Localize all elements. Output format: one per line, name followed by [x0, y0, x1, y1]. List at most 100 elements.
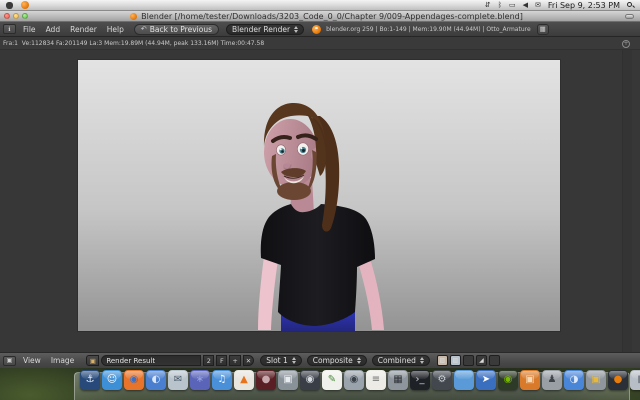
dock-firefox-glyph: ◉ [129, 374, 139, 385]
editor-type-button[interactable]: ℹ [3, 24, 16, 34]
render-engine-dropdown[interactable]: Blender Render [225, 23, 305, 35]
unlink-image-button[interactable]: ✕ [242, 355, 255, 366]
dock-mail-glyph: ✉ [173, 374, 183, 385]
menu-add[interactable]: Add [41, 25, 66, 34]
layer-arrows-icon [356, 357, 361, 364]
dock-grapes-app[interactable]: ∗ [190, 370, 210, 390]
volume-icon[interactable]: ◀ [523, 0, 528, 11]
channel-alpha-button[interactable] [462, 355, 474, 366]
dock-camera-app-glyph: ◉ [349, 374, 359, 385]
blender-app-icon[interactable] [21, 1, 29, 9]
window-handle-icon[interactable]: ▦ [536, 23, 549, 35]
apple-logo[interactable] [6, 1, 13, 9]
menu-render[interactable]: Render [65, 25, 102, 34]
dock-itunes[interactable]: ♫ [212, 370, 232, 390]
dock-firefox[interactable]: ◉ [124, 370, 144, 390]
dock-vlc-glyph: ▲ [240, 374, 248, 385]
dock-folder[interactable] [454, 370, 474, 390]
dock-blender[interactable]: ● [608, 370, 628, 390]
minimize-button[interactable] [13, 13, 19, 19]
render-stats-text: Fra:1 Ve:112834 Fa:201149 La:3 Mem:19.89… [3, 39, 265, 47]
dock-browser-swirl-glyph: ◐ [151, 374, 161, 385]
dock-system-preferences-glyph: ⚙ [437, 374, 447, 385]
dock-anchor-app[interactable]: ⚓ [80, 370, 100, 390]
spotlight-icon[interactable] [627, 1, 635, 9]
dock-iphoto-glyph: ▣ [591, 374, 601, 385]
footer-editor-type-button[interactable]: ▣ [3, 355, 16, 366]
pass-arrows-icon [419, 357, 424, 364]
dock-orange-app[interactable]: ▣ [520, 370, 540, 390]
mac-menubar: ⇵ ᛒ ▭ ◀ ✉ Fri Sep 9, 2:53 PM [0, 0, 640, 11]
dock-nvidia[interactable]: ◉ [498, 370, 518, 390]
title-blender-icon [130, 12, 138, 20]
character-right-eye [297, 142, 309, 156]
image-editor-area[interactable] [0, 50, 640, 352]
footer-menu-image[interactable]: Image [46, 356, 80, 365]
dock-quill-app-glyph: ✎ [327, 374, 337, 385]
blender-info-header: ℹ File Add Render Help ↶ Back to Previous B… [0, 22, 640, 37]
close-button[interactable] [4, 13, 10, 19]
dock-photo-booth-glyph: ◉ [305, 374, 315, 385]
menubar-clock[interactable]: Fri Sep 9, 2:53 PM [548, 1, 620, 10]
dock-camera-app[interactable]: ◉ [344, 370, 364, 390]
dock-remote-desktop[interactable]: ➤ [476, 370, 496, 390]
blender-logo-icon [312, 24, 322, 34]
menu-file[interactable]: File [18, 25, 41, 34]
dock-terminal[interactable]: ›_ [410, 370, 430, 390]
render-image [78, 60, 560, 331]
dock-dvd-player[interactable]: ● [256, 370, 276, 390]
channel-rgba-button[interactable]: ▨ [449, 355, 461, 366]
dock-browser-swirl[interactable]: ◐ [146, 370, 166, 390]
slot-dropdown[interactable]: Slot 1 [260, 355, 302, 366]
dock-quill-app[interactable]: ✎ [322, 370, 342, 390]
image-name-field[interactable]: Render Result [101, 355, 202, 366]
dock-terminal-glyph: ›_ [415, 374, 425, 385]
image-datablock-icon[interactable]: ▣ [86, 355, 100, 366]
fake-user-button[interactable]: F [216, 355, 228, 366]
menu-help[interactable]: Help [102, 25, 129, 34]
sync-status-icon[interactable]: ⇵ [485, 0, 491, 11]
displays-icon[interactable]: ▭ [509, 0, 516, 11]
dock-photos-stack[interactable]: ▣ [278, 370, 298, 390]
area-options-icon[interactable]: + [622, 40, 630, 48]
editor-right-edge [622, 50, 632, 352]
footer-menu-view[interactable]: View [18, 356, 46, 365]
dock-robot-app-glyph: ♟ [547, 374, 557, 385]
back-to-previous-button[interactable]: ↶ Back to Previous [133, 23, 219, 35]
channel-exposure-button[interactable] [488, 355, 500, 366]
dock-quicktime[interactable]: ◑ [564, 370, 584, 390]
channel-rgb-button[interactable]: ▨ [436, 355, 448, 366]
dock-photo-booth[interactable]: ◉ [300, 370, 320, 390]
dock-orange-app-glyph: ▣ [525, 374, 535, 385]
dock-quicktime-glyph: ◑ [569, 374, 579, 385]
dock-finder[interactable]: ☺ [102, 370, 122, 390]
toolbar-toggle-button[interactable] [625, 13, 634, 19]
pass-dropdown[interactable]: Combined [371, 355, 430, 366]
dock-robot-app[interactable]: ♟ [542, 370, 562, 390]
dock-textedit-glyph: ≡ [371, 374, 381, 385]
layer-dropdown[interactable]: Composite [306, 355, 367, 366]
screen: ⇵ ᛒ ▭ ◀ ✉ Fri Sep 9, 2:53 PM Blender [/home/… [0, 0, 640, 400]
bluetooth-icon[interactable]: ᛒ [498, 0, 502, 11]
new-image-button[interactable]: + [229, 355, 241, 366]
dock-mail[interactable]: ✉ [168, 370, 188, 390]
dock-textedit[interactable]: ≡ [366, 370, 386, 390]
dock-calculator[interactable]: ▦ [388, 370, 408, 390]
window-title: Blender [/home/tester/Downloads/3203_Cod… [141, 11, 523, 21]
dock-anchor-app-glyph: ⚓ [85, 374, 95, 385]
dock-system-preferences[interactable]: ⚙ [432, 370, 452, 390]
dock-iphoto[interactable]: ▣ [586, 370, 606, 390]
render-stats-bar: Fra:1 Ve:112834 Fa:201149 La:3 Mem:19.89… [0, 37, 640, 50]
dock-trash[interactable]: ▮ [630, 370, 640, 390]
channel-z-button[interactable]: ◢ [475, 355, 487, 366]
users-count-button[interactable]: 2 [203, 355, 215, 366]
dock-finder-glyph: ☺ [106, 374, 118, 385]
dock-calculator-glyph: ▦ [393, 374, 403, 385]
window-titlebar[interactable]: Blender [/home/tester/Downloads/3203_Cod… [0, 11, 640, 22]
dock-nvidia-glyph: ◉ [503, 374, 513, 385]
dock-vlc[interactable]: ▲ [234, 370, 254, 390]
dropdown-arrows-icon [294, 25, 299, 33]
slot-arrows-icon [291, 357, 296, 364]
mail-status-icon[interactable]: ✉ [535, 0, 541, 11]
dock-itunes-glyph: ♫ [217, 374, 227, 385]
